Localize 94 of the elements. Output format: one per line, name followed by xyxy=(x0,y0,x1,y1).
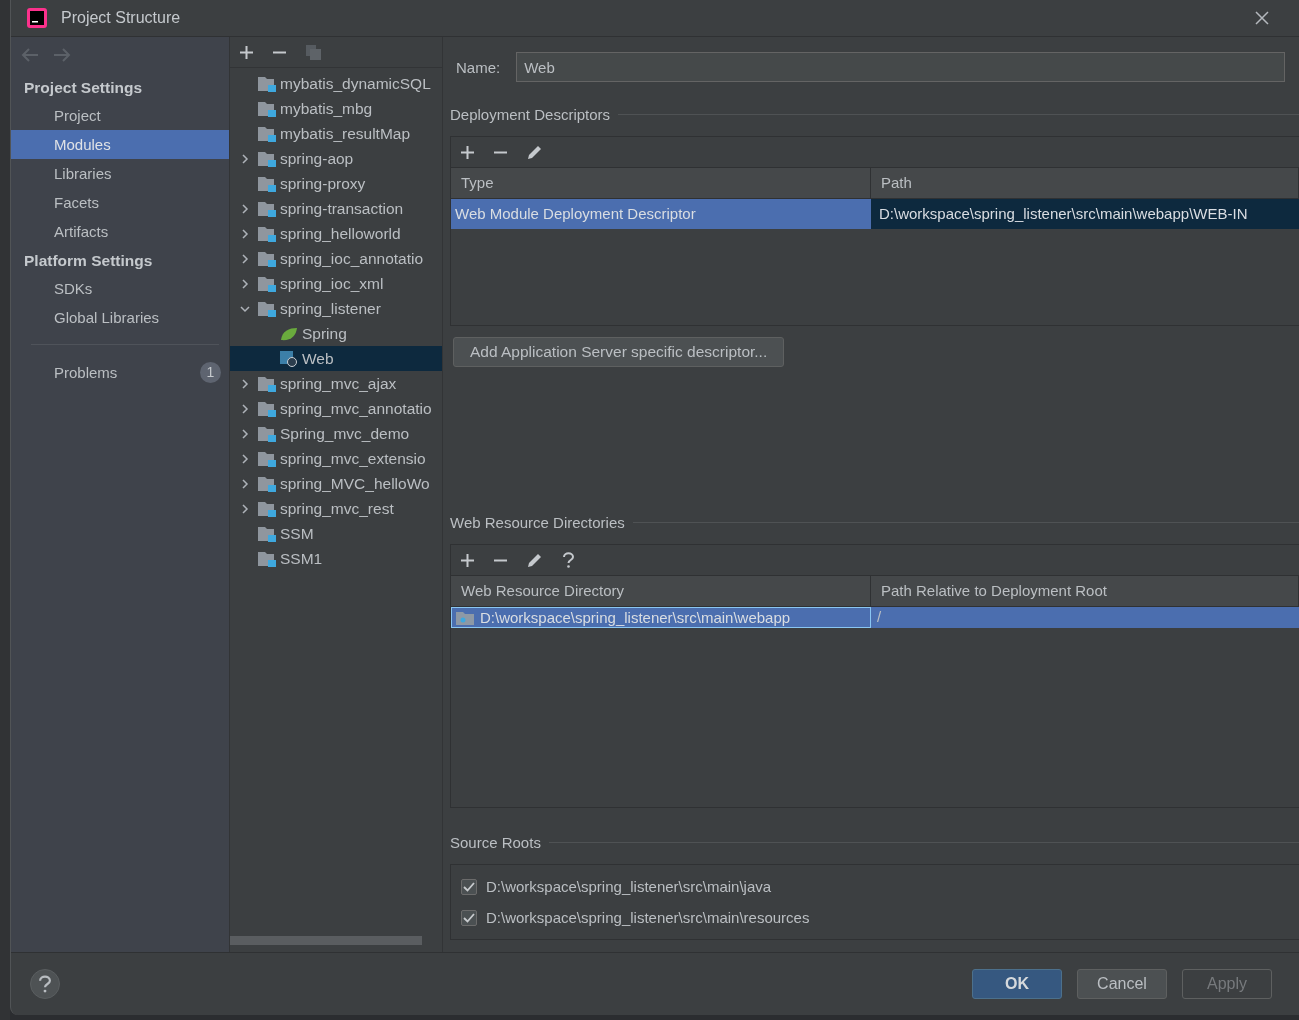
checkbox-label[interactable]: D:\workspace\spring_listener\src\main\resources xyxy=(486,909,810,926)
folder-icon xyxy=(258,500,276,517)
close-icon[interactable] xyxy=(1255,11,1269,25)
folder-icon xyxy=(258,300,276,317)
dialog-button[interactable]: OK xyxy=(972,969,1062,999)
folder-icon xyxy=(258,275,276,292)
sidebar-item[interactable]: Facets xyxy=(11,188,229,217)
tree-item[interactable]: spring_mvc_ajax xyxy=(230,371,442,396)
tree-item[interactable]: spring_mvc_rest xyxy=(230,496,442,521)
chevron-right-icon[interactable] xyxy=(240,503,250,514)
name-field[interactable]: Web xyxy=(516,52,1285,82)
pencil-icon[interactable] xyxy=(527,552,543,568)
tree-item[interactable]: spring_ioc_xml xyxy=(230,271,442,296)
add-descriptor-button[interactable]: Add Application Server specific descriptor... xyxy=(453,337,785,367)
help-button[interactable] xyxy=(30,969,60,999)
pencil-icon[interactable] xyxy=(527,144,543,160)
section-title: Web Resource Directories xyxy=(450,513,625,531)
sidebar-item[interactable]: Modules xyxy=(11,130,229,159)
tree-item[interactable]: Spring_mvc_demo xyxy=(230,421,442,446)
folder-icon xyxy=(258,150,276,167)
table-cell[interactable]: D:\workspace\spring_listener\src\main\webapp\WEB-IN xyxy=(871,199,1299,229)
app-logo-icon xyxy=(27,8,47,28)
tree-item[interactable]: spring-proxy xyxy=(230,171,442,196)
name-label: Name: xyxy=(456,58,501,76)
tree-item[interactable]: spring_mvc_extensio xyxy=(230,446,442,471)
folder-icon xyxy=(258,225,276,242)
tree-item[interactable]: mybatis_dynamicSQL xyxy=(230,71,442,96)
dialog-button[interactable]: Cancel xyxy=(1077,969,1167,999)
chevron-right-icon[interactable] xyxy=(240,428,250,439)
folder-icon xyxy=(258,100,276,117)
folder-icon xyxy=(258,250,276,267)
chevron-right-icon[interactable] xyxy=(240,403,250,414)
sidebar-item[interactable]: SDKs xyxy=(11,274,229,303)
chevron-right-icon[interactable] xyxy=(240,203,250,214)
add-icon[interactable] xyxy=(240,45,253,59)
question-mark-icon xyxy=(39,975,51,993)
section-title: Source Roots xyxy=(450,833,541,851)
sidebar-item[interactable]: Global Libraries xyxy=(11,303,229,332)
column-header[interactable]: Path Relative to Deployment Root xyxy=(871,576,1299,606)
folder-icon xyxy=(258,75,276,92)
scrollbar-thumb[interactable] xyxy=(230,936,422,945)
chevron-down-icon[interactable] xyxy=(240,303,250,314)
web-page-icon xyxy=(280,350,298,367)
checkbox[interactable] xyxy=(461,909,477,926)
add-icon[interactable] xyxy=(461,553,474,567)
tree-item[interactable]: SSM xyxy=(230,521,442,546)
table-cell[interactable]: Web Module Deployment Descriptor xyxy=(451,199,871,229)
chevron-right-icon[interactable] xyxy=(240,453,250,464)
count-badge: 1 xyxy=(200,361,221,383)
tree-item[interactable]: spring_ioc_annotatio xyxy=(230,246,442,271)
tree-item[interactable]: spring_MVC_helloWo xyxy=(230,471,442,496)
sidebar-item[interactable]: Problems xyxy=(54,363,200,381)
tree-item[interactable]: mybatis_mbg xyxy=(230,96,442,121)
folder-icon xyxy=(258,525,276,542)
folder-icon xyxy=(258,375,276,392)
folder-icon xyxy=(258,425,276,442)
add-icon[interactable] xyxy=(461,145,474,159)
tree-item[interactable]: spring_helloworld xyxy=(230,221,442,246)
column-header[interactable]: Path xyxy=(871,168,1299,198)
chevron-right-icon[interactable] xyxy=(240,378,250,389)
folder-icon xyxy=(456,610,474,625)
sidebar-item[interactable]: Project xyxy=(11,101,229,130)
folder-icon xyxy=(258,550,276,567)
checkbox[interactable] xyxy=(461,878,477,895)
tree-item[interactable]: mybatis_resultMap xyxy=(230,121,442,146)
folder-icon xyxy=(258,475,276,492)
window-title: Project Structure xyxy=(61,9,181,27)
section-title: Deployment Descriptors xyxy=(450,105,611,123)
chevron-right-icon[interactable] xyxy=(240,228,250,239)
folder-icon xyxy=(258,450,276,467)
tree-item[interactable]: spring_mvc_annotatio xyxy=(230,396,442,421)
folder-icon xyxy=(258,200,276,217)
tree-item[interactable]: SSM1 xyxy=(230,546,442,571)
sidebar-item[interactable]: Libraries xyxy=(11,159,229,188)
tree-item[interactable]: spring_listener xyxy=(230,296,442,321)
section-heading: Project Settings xyxy=(23,78,143,98)
tree-item[interactable]: Web xyxy=(230,346,442,371)
checkbox-label[interactable]: D:\workspace\spring_listener\src\main\java xyxy=(486,878,772,895)
help-icon[interactable] xyxy=(563,552,574,568)
folder-icon xyxy=(258,175,276,192)
folder-icon xyxy=(258,125,276,142)
section-heading: Platform Settings xyxy=(23,251,154,271)
tree-item[interactable]: Spring xyxy=(230,321,442,346)
folder-icon xyxy=(258,400,276,417)
chevron-right-icon[interactable] xyxy=(240,478,250,489)
tree-item[interactable]: spring-aop xyxy=(230,146,442,171)
column-header[interactable]: Web Resource Directory xyxy=(451,576,871,606)
column-header[interactable]: Type xyxy=(451,168,871,198)
chevron-right-icon[interactable] xyxy=(240,278,250,289)
chevron-right-icon[interactable] xyxy=(240,153,250,164)
chevron-right-icon[interactable] xyxy=(240,253,250,264)
sidebar-item[interactable]: Artifacts xyxy=(11,217,229,246)
leaf-icon xyxy=(280,325,298,342)
tree-item[interactable]: spring-transaction xyxy=(230,196,442,221)
